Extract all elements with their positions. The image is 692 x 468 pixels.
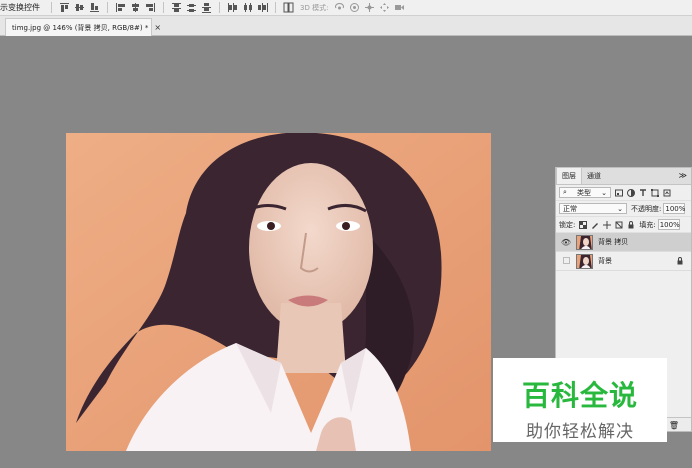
layer-name: 背景 拷贝 xyxy=(598,238,629,246)
lock-transparent-pixels-icon[interactable] xyxy=(579,220,588,229)
adjustment-filter-icon[interactable] xyxy=(627,188,635,197)
divider xyxy=(107,2,108,13)
3d-pan-icon[interactable] xyxy=(364,2,375,13)
watermark-subtitle: 助你轻松解决 xyxy=(526,422,634,442)
layer-name: 背景 xyxy=(598,257,612,265)
close-icon[interactable]: × xyxy=(154,23,161,32)
shape-filter-icon[interactable] xyxy=(651,188,659,197)
document-tab-bar: timg.jpg @ 146% (背景 拷贝, RGB/8#) * × xyxy=(0,16,692,36)
distribute-right-icon[interactable] xyxy=(257,2,268,13)
blend-row: 正常 ⌄ 不透明度: 100% xyxy=(556,201,691,217)
lock-all-icon[interactable] xyxy=(627,220,635,229)
blend-mode-select[interactable]: 正常 ⌄ xyxy=(559,203,627,214)
lock-position-icon[interactable] xyxy=(603,220,612,229)
align-right-icon[interactable] xyxy=(145,2,156,13)
smart-object-filter-icon[interactable] xyxy=(663,189,671,197)
fill-label: 填充: xyxy=(639,220,656,229)
distribute-left-icon[interactable] xyxy=(227,2,238,13)
divider xyxy=(275,2,276,13)
align-top-icon[interactable] xyxy=(59,2,70,13)
distribute-bottom-icon[interactable] xyxy=(201,2,212,13)
layer-filter-select[interactable]: ⌕ 类型 ⌄ xyxy=(559,187,611,198)
pixel-filter-icon[interactable] xyxy=(615,189,623,197)
opacity-label: 不透明度: xyxy=(631,204,662,213)
visibility-toggle[interactable] xyxy=(559,256,573,266)
type-filter-icon[interactable] xyxy=(639,188,647,197)
lock-icon xyxy=(677,257,683,265)
align-left-icon[interactable] xyxy=(115,2,126,13)
search-icon: ⌕ xyxy=(563,188,567,196)
3d-slide-icon[interactable] xyxy=(379,2,390,13)
align-vertical-center-icon[interactable] xyxy=(74,2,85,13)
align-bottom-icon[interactable] xyxy=(89,2,100,13)
3d-roll-icon[interactable] xyxy=(349,2,360,13)
eye-icon[interactable]: 👁 xyxy=(559,238,573,247)
chevron-down-icon: ⌄ xyxy=(617,204,623,213)
lock-image-pixels-icon[interactable] xyxy=(591,221,599,229)
tab-channels[interactable]: 通道 xyxy=(582,168,606,184)
auto-align-layers-icon[interactable] xyxy=(283,2,294,13)
lock-label: 锁定: xyxy=(559,220,576,229)
lock-row: 锁定: 填充: 100% xyxy=(556,217,691,233)
watermark-title: 百科全说 xyxy=(521,379,638,412)
3d-scale-icon[interactable] xyxy=(394,2,405,13)
prevent-auto-nesting-icon[interactable] xyxy=(615,221,623,229)
distribute-top-icon[interactable] xyxy=(171,2,182,13)
options-bar: 示变换控件 3D 模式: xyxy=(0,0,692,16)
divider xyxy=(51,2,52,13)
layer-thumbnail xyxy=(576,253,593,269)
align-horizontal-center-icon[interactable] xyxy=(130,2,141,13)
layer-row-background[interactable]: 背景 xyxy=(556,252,691,271)
divider xyxy=(163,2,164,13)
divider xyxy=(219,2,220,13)
opacity-field[interactable]: 100% xyxy=(663,203,685,214)
document-tab[interactable]: timg.jpg @ 146% (背景 拷贝, RGB/8#) * × xyxy=(5,18,161,36)
fill-value: 100% xyxy=(659,220,680,229)
layer-thumbnail xyxy=(576,234,593,250)
show-transform-controls-label[interactable]: 示变换控件 xyxy=(0,2,46,13)
canvas-photo[interactable] xyxy=(66,133,491,451)
trash-icon[interactable]: 🗑 xyxy=(669,421,679,430)
fill-field[interactable]: 100% xyxy=(657,219,680,230)
distribute-vertical-center-icon[interactable] xyxy=(186,2,197,13)
opacity-value: 100% xyxy=(665,204,686,213)
layer-row-background-copy[interactable]: 👁 背景 拷贝 xyxy=(556,233,691,252)
filter-row: ⌕ 类型 ⌄ xyxy=(556,185,691,201)
chevron-down-icon: ⌄ xyxy=(601,188,607,197)
blend-mode-value: 正常 xyxy=(563,204,577,213)
tab-layers[interactable]: 图层 xyxy=(556,167,582,184)
panel-tabs: 图层 通道 ≫ xyxy=(556,167,691,185)
panel-collapse-icon[interactable]: ≫ xyxy=(679,171,687,180)
distribute-horizontal-center-icon[interactable] xyxy=(242,2,253,13)
portrait-photo xyxy=(66,133,491,451)
filter-kind-label: 类型 xyxy=(577,188,592,197)
watermark: 百科全说 助你轻松解决 xyxy=(493,358,667,442)
3d-mode-label: 3D 模式: xyxy=(300,3,329,12)
document-tab-title: timg.jpg @ 146% (背景 拷贝, RGB/8#) * xyxy=(12,23,149,32)
3d-rotate-icon[interactable] xyxy=(334,2,345,13)
